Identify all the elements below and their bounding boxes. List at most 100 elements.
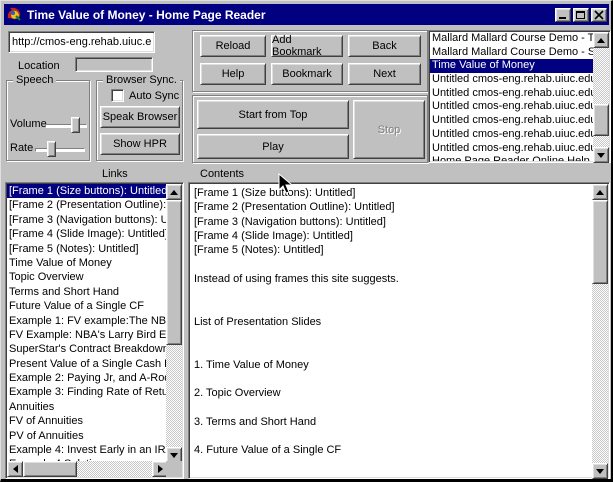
volume-slider-track[interactable]	[45, 124, 87, 128]
pages-list-rows: Mallard Mallard Course Demo - Ti Mallard…	[430, 32, 593, 161]
scrollbar-thumb[interactable]	[592, 200, 608, 284]
volume-label: Volume	[10, 118, 47, 130]
links-list-item[interactable]: [Frame 3 (Navigation buttons): Untitled]	[7, 213, 166, 227]
pages-list-item[interactable]: Untitled cmos-eng.rehab.uiuc.edu	[430, 100, 593, 114]
links-list-item[interactable]: Example 2: Paying Jr, and A-Rod	[7, 371, 166, 385]
content-line: [Frame 1 (Size buttons): Untitled]	[194, 186, 590, 200]
content-line: [Frame 4 (Slide Image): Untitled]	[194, 229, 590, 243]
links-list-item[interactable]: FV of Annuities	[7, 414, 166, 428]
links-list-item[interactable]: PV of Annuities	[7, 429, 166, 443]
maximize-button[interactable]	[573, 8, 589, 22]
pages-list[interactable]: Mallard Mallard Course Demo - Ti Mallard…	[428, 30, 611, 163]
scroll-left-button[interactable]	[7, 461, 23, 477]
links-list-item[interactable]: Present Value of a Single Cash F	[7, 357, 166, 371]
start-from-top-button[interactable]: Start from Top	[197, 100, 349, 129]
maximize-icon	[576, 11, 585, 19]
content-line	[194, 257, 590, 271]
links-list-item[interactable]: Example 3: Finding Rate of Return	[7, 385, 166, 399]
scroll-up-button[interactable]	[592, 184, 608, 200]
scroll-up-button[interactable]	[593, 32, 609, 48]
playback-panel: Start from Top Play Stop	[192, 95, 428, 163]
pages-list-item[interactable]: Untitled cmos-eng.rehab.uiuc.edu	[430, 87, 593, 101]
back-button[interactable]: Back	[348, 35, 421, 57]
app-icon	[6, 6, 23, 23]
content-line	[194, 329, 590, 343]
next-button[interactable]: Next	[348, 63, 421, 85]
rate-slider-track[interactable]	[35, 148, 85, 152]
title-bar[interactable]: Time Value of Money - Home Page Reader	[4, 4, 609, 25]
links-list-item[interactable]: [Frame 1 (Size buttons): Untitled]	[7, 184, 166, 198]
pages-list-scrollbar[interactable]	[593, 32, 609, 163]
close-button[interactable]	[591, 8, 607, 22]
pages-list-item[interactable]: Untitled cmos-eng.rehab.uiuc.edu	[430, 128, 593, 142]
pages-list-item[interactable]: Mallard Mallard Course Demo - Sl	[430, 46, 593, 60]
content-line: [Frame 2 (Presentation Outline): Untitle…	[194, 200, 590, 214]
links-vertical-scrollbar[interactable]	[166, 184, 182, 463]
location-field	[75, 57, 153, 72]
minimize-icon	[559, 17, 566, 19]
scroll-down-icon	[596, 469, 604, 474]
scroll-up-button[interactable]	[166, 184, 182, 200]
links-list-item[interactable]: [Frame 5 (Notes): Untitled]	[7, 242, 166, 256]
pages-list-item[interactable]: Mallard Mallard Course Demo - Ti	[430, 32, 593, 46]
play-button[interactable]: Play	[197, 134, 349, 159]
links-horizontal-scrollbar[interactable]	[7, 461, 168, 477]
scroll-down-button[interactable]	[593, 147, 609, 163]
pages-list-item[interactable]: Time Value of Money	[430, 59, 593, 73]
bookmark-button[interactable]: Bookmark	[271, 63, 343, 85]
reload-button[interactable]: Reload	[200, 35, 266, 57]
stop-button[interactable]: Stop	[353, 100, 425, 159]
links-list-item[interactable]: Time Value of Money	[7, 256, 166, 270]
scrollbar-thumb[interactable]	[593, 104, 609, 136]
auto-sync-checkbox[interactable]	[111, 89, 124, 102]
links-list-item[interactable]: Annuities	[7, 400, 166, 414]
scroll-down-button[interactable]	[592, 463, 608, 479]
content-line	[194, 400, 590, 414]
speak-browser-button[interactable]: Speak Browser	[100, 106, 180, 128]
scroll-up-icon	[170, 190, 178, 195]
volume-slider-thumb[interactable]	[71, 117, 80, 133]
scrollbar-thumb[interactable]	[23, 461, 77, 477]
contents-label: Contents	[200, 168, 244, 180]
content-line: 2. Topic Overview	[194, 386, 590, 400]
content-line: List of Presentation Slides	[194, 315, 590, 329]
show-hpr-button[interactable]: Show HPR	[100, 133, 180, 155]
scrollbar-corner	[166, 461, 182, 477]
minimize-button[interactable]	[555, 8, 571, 22]
content-line	[194, 300, 590, 314]
links-list-item[interactable]: Future Value of a Single CF	[7, 299, 166, 313]
content-line: [Frame 3 (Navigation buttons): Untitled]	[194, 215, 590, 229]
help-button[interactable]: Help	[200, 63, 266, 85]
speech-group-label: Speech	[13, 74, 56, 86]
links-list-item[interactable]: Terms and Short Hand	[7, 285, 166, 299]
links-list-item[interactable]: [Frame 4 (Slide Image): Untitled]	[7, 227, 166, 241]
links-list-item[interactable]: SuperStar's Contract Breakdown	[7, 342, 166, 356]
pages-list-item[interactable]: Untitled cmos-eng.rehab.uiuc.edu	[430, 142, 593, 156]
content-line: 3. Terms and Short Hand	[194, 415, 590, 429]
contents-scrollbar[interactable]	[592, 184, 608, 479]
app-window: Time Value of Money - Home Page Reader L…	[0, 0, 613, 482]
links-list-item[interactable]: FV Example: NBA's Larry Bird Ex	[7, 328, 166, 342]
auto-sync-label: Auto Sync	[129, 90, 179, 102]
scroll-down-icon	[597, 153, 605, 158]
close-icon	[594, 10, 604, 20]
links-list[interactable]: [Frame 1 (Size buttons): Untitled] [Fram…	[5, 182, 184, 479]
location-label: Location	[18, 60, 60, 72]
browser-sync-group-label: Browser Sync.	[103, 74, 180, 86]
scroll-right-icon	[158, 465, 163, 473]
links-list-item[interactable]: Example 4: Invest Early in an IRA	[7, 443, 166, 457]
url-input[interactable]	[8, 31, 155, 53]
rate-slider-thumb[interactable]	[47, 141, 56, 157]
scroll-up-icon	[597, 38, 605, 43]
pages-list-item[interactable]: Untitled cmos-eng.rehab.uiuc.edu	[430, 114, 593, 128]
scrollbar-thumb[interactable]	[166, 200, 182, 345]
links-list-item[interactable]: [Frame 2 (Presentation Outline): Untitle…	[7, 198, 166, 212]
pages-list-item[interactable]: Untitled cmos-eng.rehab.uiuc.edu	[430, 73, 593, 87]
add-bookmark-button[interactable]: Add Bookmark	[271, 35, 343, 57]
contents-box[interactable]: [Frame 1 (Size buttons): Untitled] [Fram…	[188, 182, 610, 479]
links-list-item[interactable]: Topic Overview	[7, 270, 166, 284]
pages-list-item[interactable]: Home Page Reader Online Help	[430, 155, 593, 161]
links-list-item[interactable]: Example 1: FV example:The NBA	[7, 314, 166, 328]
content-line: 4. Future Value of a Single CF	[194, 443, 590, 457]
browser-sync-group: Browser Sync. Auto Sync Speak Browser Sh…	[96, 80, 183, 161]
